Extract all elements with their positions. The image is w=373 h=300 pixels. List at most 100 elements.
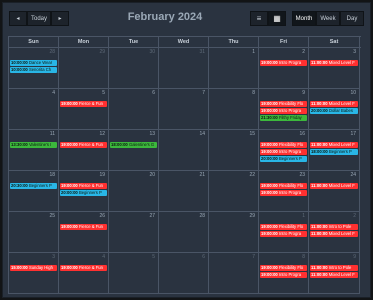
- day-number[interactable]: 20: [149, 172, 155, 178]
- day-number[interactable]: 4: [52, 90, 55, 96]
- day-cell[interactable]: 6: [159, 253, 209, 294]
- day-number[interactable]: 10: [350, 90, 356, 96]
- grid-view-button[interactable]: ▦: [268, 11, 286, 26]
- day-number[interactable]: 21: [199, 172, 205, 178]
- day-number[interactable]: 3: [52, 254, 55, 260]
- day-number[interactable]: 28: [199, 213, 205, 219]
- calendar-event[interactable]: 19:00:00 Fierce & Fun: [60, 142, 107, 148]
- calendar-event[interactable]: 19:00:00 Intro Progra: [260, 231, 307, 237]
- calendar-event[interactable]: 11:00:00 Intro to Pole: [310, 224, 358, 230]
- calendar-event[interactable]: 11:00:00 Mixed Level F: [310, 272, 358, 278]
- week-view-button[interactable]: Week: [316, 11, 340, 26]
- day-cell[interactable]: 5: [59, 89, 109, 130]
- day-number[interactable]: 23: [299, 172, 305, 178]
- day-number[interactable]: 25: [49, 213, 55, 219]
- day-cell[interactable]: 8: [209, 89, 259, 130]
- day-cell[interactable]: 4: [9, 89, 59, 130]
- day-cell[interactable]: 3: [309, 48, 360, 89]
- day-cell[interactable]: 5: [109, 253, 159, 294]
- calendar-event[interactable]: 11:00:00 Mixed Level F: [310, 183, 358, 189]
- day-number[interactable]: 5: [102, 90, 105, 96]
- calendar-event[interactable]: 11:00:00 Mixed Level F: [310, 60, 358, 66]
- calendar-event[interactable]: 19:00:00 Intro Progra: [260, 108, 307, 114]
- day-cell[interactable]: 27: [109, 212, 159, 253]
- calendar-event[interactable]: 19:00:00 Intro Progra: [260, 149, 307, 155]
- calendar-event[interactable]: 19:00:00 Flexibility Flo: [260, 142, 307, 148]
- day-number[interactable]: 8: [302, 254, 305, 260]
- day-number[interactable]: 16: [299, 131, 305, 137]
- day-number[interactable]: 9: [302, 90, 305, 96]
- day-cell[interactable]: 12: [59, 130, 109, 171]
- day-number[interactable]: 2: [353, 213, 356, 219]
- calendar-event[interactable]: 19:00:00 Flexibility Flo: [260, 101, 307, 107]
- day-cell[interactable]: 1: [209, 48, 259, 89]
- calendar-event[interactable]: 19:00:00 Intro Progra: [260, 60, 307, 66]
- day-cell[interactable]: 3: [9, 253, 59, 294]
- prev-month-button[interactable]: ◂: [9, 11, 27, 26]
- calendar-event[interactable]: 13:30:00 Valentine's I: [10, 142, 57, 148]
- day-number[interactable]: 7: [252, 254, 255, 260]
- calendar-event[interactable]: 20:00:00 Beginners P: [60, 190, 107, 196]
- day-number[interactable]: 22: [249, 172, 255, 178]
- calendar-event[interactable]: 11:00:00 Mixed Level F: [310, 101, 358, 107]
- calendar-event[interactable]: 10:00:00 Senorita Ch: [10, 67, 57, 73]
- day-cell[interactable]: 30: [109, 48, 159, 89]
- day-cell[interactable]: 31: [159, 48, 209, 89]
- day-number[interactable]: 7: [202, 90, 205, 96]
- calendar-event[interactable]: 19:00:00 Intro Progra: [260, 272, 307, 278]
- day-cell[interactable]: 21: [159, 171, 209, 212]
- list-view-button[interactable]: ≡: [250, 11, 268, 26]
- day-number[interactable]: 15: [249, 131, 255, 137]
- day-number[interactable]: 11: [50, 131, 55, 137]
- day-number[interactable]: 17: [350, 131, 356, 137]
- calendar-event[interactable]: 19:00:00 Fierce & Fun: [60, 101, 107, 107]
- day-number[interactable]: 31: [199, 49, 205, 55]
- calendar-event[interactable]: 20:30:00 Beginners P: [10, 183, 57, 189]
- day-number[interactable]: 13: [149, 131, 155, 137]
- day-cell[interactable]: 22: [209, 171, 259, 212]
- day-cell[interactable]: 6: [109, 89, 159, 130]
- calendar-event[interactable]: 18:00:00 Beginners P: [310, 149, 358, 155]
- day-number[interactable]: 4: [102, 254, 105, 260]
- calendar-event[interactable]: 19:00:00 Intro Progra: [260, 190, 307, 196]
- calendar-event[interactable]: 18:00:00 Galentine's G: [110, 142, 157, 148]
- calendar-event[interactable]: 15:00:00 Sunday High: [10, 265, 57, 271]
- day-number[interactable]: 26: [99, 213, 105, 219]
- day-cell[interactable]: 15: [209, 130, 259, 171]
- day-cell[interactable]: 4: [59, 253, 109, 294]
- calendar-event[interactable]: 11:00:00 Mixed Level F: [310, 231, 358, 237]
- day-cell[interactable]: 29: [59, 48, 109, 89]
- calendar-event[interactable]: 19:00:00 Fierce & Fun: [60, 183, 107, 189]
- day-number[interactable]: 29: [249, 213, 255, 219]
- day-cell[interactable]: 7: [159, 89, 209, 130]
- calendar-event[interactable]: 21:30:00 Filthy Friday: [260, 115, 307, 121]
- day-number[interactable]: 1: [302, 213, 305, 219]
- day-number[interactable]: 18: [49, 172, 55, 178]
- calendar-event[interactable]: 20:00:00 Dollar Babes: [310, 108, 358, 114]
- day-cell[interactable]: 13: [109, 130, 159, 171]
- calendar-event[interactable]: 19:00:00 Flexibility Flo: [260, 265, 307, 271]
- day-number[interactable]: 5: [152, 254, 155, 260]
- day-cell[interactable]: 2: [259, 48, 309, 89]
- day-number[interactable]: 19: [99, 172, 105, 178]
- calendar-event[interactable]: 11:00:00 Mixed Level F: [310, 142, 358, 148]
- day-cell[interactable]: 7: [209, 253, 259, 294]
- day-view-button[interactable]: Day: [340, 11, 364, 26]
- calendar-event[interactable]: 20:00:00 Beginners P: [260, 156, 307, 162]
- day-cell[interactable]: 24: [309, 171, 360, 212]
- day-number[interactable]: 27: [149, 213, 155, 219]
- calendar-event[interactable]: 11:00:00 Intro to Pole: [310, 265, 358, 271]
- day-number[interactable]: 29: [99, 49, 105, 55]
- day-number[interactable]: 12: [99, 131, 105, 137]
- day-cell[interactable]: 29: [209, 212, 259, 253]
- day-number[interactable]: 9: [353, 254, 356, 260]
- day-cell[interactable]: 14: [159, 130, 209, 171]
- day-number[interactable]: 2: [302, 49, 305, 55]
- day-cell[interactable]: 26: [59, 212, 109, 253]
- day-number[interactable]: 28: [49, 49, 55, 55]
- day-number[interactable]: 6: [202, 254, 205, 260]
- calendar-event[interactable]: 10:00:00 Dance Wear: [10, 60, 57, 66]
- day-number[interactable]: 24: [350, 172, 356, 178]
- day-cell[interactable]: 25: [9, 212, 59, 253]
- day-cell[interactable]: 18: [9, 171, 59, 212]
